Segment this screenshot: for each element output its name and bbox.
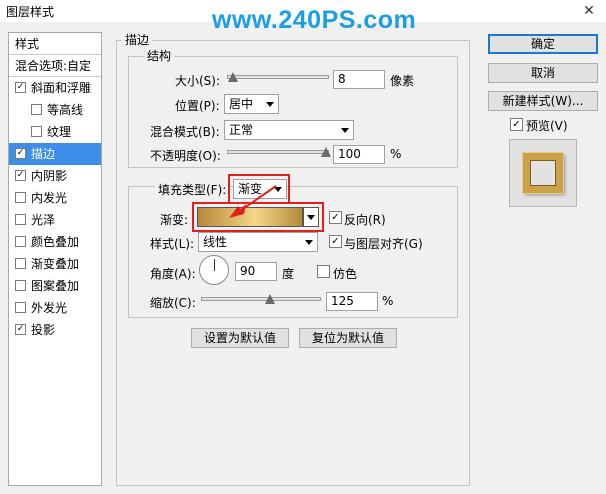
style-preview (509, 139, 577, 207)
preview-checkbox[interactable]: ✓ (510, 118, 523, 131)
gold-frame-preview (523, 153, 563, 193)
cancel-button[interactable]: 取消 (488, 63, 598, 83)
preview-label: 预览(V) (526, 119, 568, 133)
set-default-button[interactable]: 设置为默认值 (191, 328, 289, 348)
ok-button[interactable]: 确定 (488, 34, 598, 54)
new-style-button[interactable]: 新建样式(W)... (488, 91, 598, 111)
reset-default-button[interactable]: 复位为默认值 (299, 328, 397, 348)
